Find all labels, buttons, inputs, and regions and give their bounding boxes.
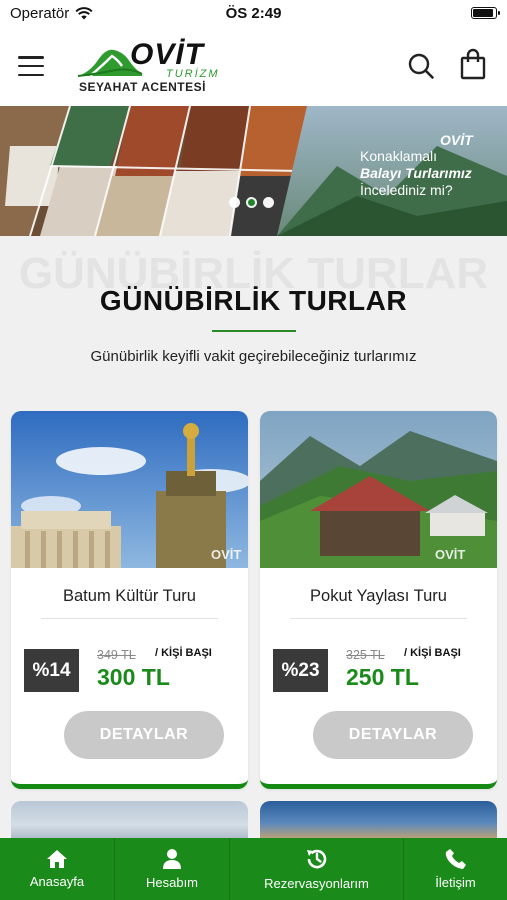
image-watermark: OVİT [211, 547, 241, 562]
per-person-label: / KİŞİ BAŞI [404, 647, 461, 659]
home-icon [47, 850, 67, 868]
menu-line [18, 73, 44, 76]
battery-icon [471, 7, 500, 19]
menu-line [18, 64, 44, 68]
discount-badge: %14 [24, 649, 79, 692]
nav-label: Hesabım [145, 875, 199, 890]
tour-image-pokut: OVİT [260, 411, 497, 568]
tour-card[interactable]: OVİT Batum Kültür Turu %14 349 TL / KİŞİ… [11, 411, 248, 789]
nav-item-home[interactable]: Anasayfa [0, 838, 115, 900]
carousel-dots [229, 197, 274, 208]
search-button[interactable] [407, 52, 435, 80]
nav-label: İletişim [435, 875, 476, 890]
tour-title: Pokut Yaylası Turu [310, 587, 447, 605]
details-button[interactable]: DETAYLAR [313, 711, 473, 759]
menu-line [18, 56, 44, 59]
details-button[interactable]: DETAYLAR [64, 711, 224, 759]
carousel-dot[interactable] [263, 197, 274, 208]
nav-item-reservations[interactable]: Rezervasyonlarım [230, 838, 404, 900]
nav-item-contact[interactable]: İletişim [404, 838, 507, 900]
bottom-navigation: Anasayfa Hesabım Rezervasyonlarım İletiş… [0, 838, 507, 900]
brand-subtitle: TURİZM [166, 68, 220, 80]
tour-card-partial[interactable] [11, 801, 248, 841]
section-title: GÜNÜBİRLİK TURLAR [99, 285, 408, 316]
card-divider [290, 618, 467, 619]
brand-logo[interactable]: OVİT TURİZM SEYAHAT ACENTESİ [76, 38, 218, 98]
banner-caption: Konaklamalı Balayı Turlarımız İnceledini… [360, 148, 472, 199]
brand-name: OVİT [130, 38, 205, 71]
banner-line-1: Konaklamalı [360, 148, 438, 164]
per-person-label: / KİŞİ BAŞI [155, 647, 212, 659]
search-icon [408, 53, 434, 79]
wifi-icon [75, 6, 93, 19]
tour-card[interactable]: OVİT Pokut Yaylası Turu %23 325 TL / KİŞ… [260, 411, 497, 789]
discount-badge: %23 [273, 649, 328, 692]
app-header: OVİT TURİZM SEYAHAT ACENTESİ [0, 26, 507, 106]
agency-label: SEYAHAT ACENTESİ [79, 80, 206, 94]
old-price: 325 TL [346, 648, 385, 662]
nav-label: Rezervasyonlarım [264, 876, 369, 891]
carousel-dot-active[interactable] [246, 197, 257, 208]
user-icon [163, 849, 181, 869]
image-watermark: OVİT [435, 547, 465, 562]
tour-title: Batum Kültür Turu [63, 587, 196, 605]
tour-image-batumi: OVİT [11, 411, 248, 568]
banner-logo: OVİT [440, 132, 473, 148]
old-price: 349 TL [97, 648, 136, 662]
phone-icon [445, 849, 466, 869]
battery-level [473, 9, 493, 17]
nav-label: Anasayfa [29, 874, 85, 889]
banner-line-2: Balayı Turlarımız [360, 165, 472, 181]
section-subtitle: Günübirlik keyifli vakit geçirebileceğin… [90, 348, 417, 365]
tour-card-partial[interactable] [260, 801, 497, 841]
carousel-dot[interactable] [229, 197, 240, 208]
carrier-label: Operatör [10, 4, 70, 22]
tour-price: 300 TL [97, 664, 170, 690]
carrier: Operatör [10, 5, 93, 22]
nav-item-account[interactable]: Hesabım [115, 838, 230, 900]
promo-banner[interactable]: OVİT Konaklamalı Balayı Turlarımız İncel… [0, 106, 507, 236]
menu-button[interactable] [18, 56, 44, 76]
card-divider [41, 618, 218, 619]
shopping-bag-icon [460, 48, 486, 80]
tour-price: 250 TL [346, 664, 419, 690]
banner-line-3: İncelediniz mi? [360, 182, 453, 198]
status-bar: Operatör ÖS 2:49 [0, 0, 507, 26]
cart-button[interactable] [459, 48, 487, 80]
history-icon [306, 849, 326, 869]
section-underline [212, 330, 296, 332]
